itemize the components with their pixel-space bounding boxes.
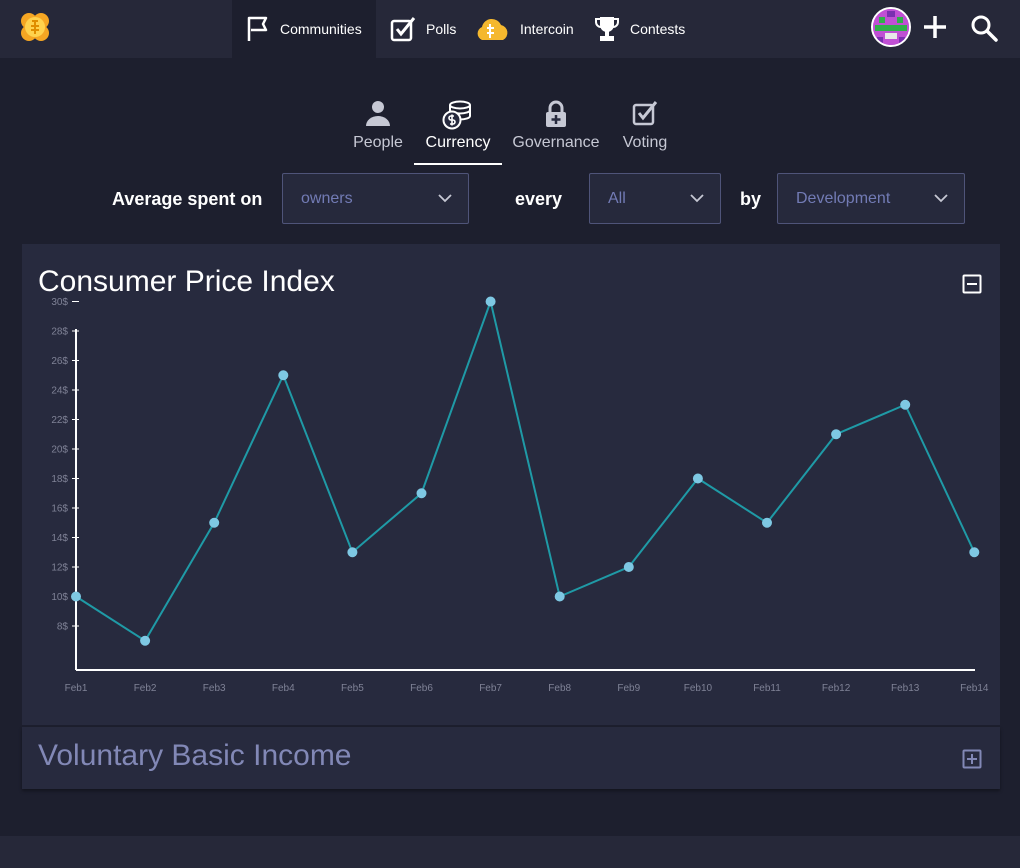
data-point [347, 547, 358, 558]
coins-icon [442, 100, 474, 130]
y-tick-label: 30$ [51, 297, 68, 308]
person-icon [365, 100, 391, 130]
cpi-line-chart: 8$ 10$ 12$ 14$ 16$ 18$ 20$ 22$ 24$ 26$ 28$ 30$ Feb1 F… [51, 296, 989, 694]
footer-bar [0, 836, 1020, 868]
checkbox-icon [390, 16, 416, 42]
series-line [75, 297, 976, 643]
subtab-voting[interactable]: Voting [618, 100, 672, 165]
nav-tab-label: Intercoin [520, 21, 574, 37]
data-point [969, 547, 980, 558]
select-value: All [608, 189, 626, 207]
subtab-people[interactable]: People [350, 100, 406, 165]
select-value: owners [301, 189, 353, 207]
y-tick-label: 24$ [51, 386, 68, 397]
data-point [71, 591, 81, 602]
average-spent-label: Average spent on [112, 189, 263, 209]
nav-tab-label: Polls [426, 21, 457, 37]
trophy-icon [594, 15, 620, 43]
x-tick-label: Feb4 [272, 683, 295, 694]
y-tick-label: 22$ [51, 415, 68, 426]
y-tick-label: 16$ [51, 504, 68, 515]
x-tick-label: Feb12 [822, 683, 851, 694]
chevron-down-icon [438, 194, 452, 203]
y-tick-label: 10$ [51, 592, 68, 603]
by-label: by [740, 189, 762, 209]
plus-square-icon [962, 749, 982, 769]
y-tick-label: 12$ [51, 563, 68, 574]
flag-icon [246, 16, 270, 42]
y-tick-label: 14$ [51, 533, 68, 544]
app-logo-icon[interactable] [19, 11, 51, 43]
data-point [762, 517, 772, 528]
search-button[interactable] [970, 14, 998, 42]
subtab-label: Voting [622, 134, 668, 151]
x-tick-label: Feb2 [134, 683, 157, 694]
data-point [140, 635, 151, 646]
y-tick-label: 26$ [51, 356, 68, 367]
x-tick-label: Feb10 [684, 683, 713, 694]
x-tick-label: Feb1 [65, 683, 88, 694]
checkbox-icon [632, 100, 658, 130]
subtab-label: People [353, 134, 403, 151]
subtab-label: Governance [512, 134, 600, 151]
nav-tab-label: Contests [630, 21, 686, 37]
data-point [554, 591, 565, 602]
search-icon [970, 15, 998, 46]
x-tick-label: Feb5 [341, 683, 364, 694]
plus-icon [922, 16, 948, 44]
x-tick-label: Feb11 [753, 683, 781, 694]
data-point [485, 296, 496, 307]
x-tick-label: Feb6 [410, 683, 433, 694]
every-select[interactable]: All [589, 173, 721, 224]
lock-icon [544, 100, 568, 130]
nav-tab-communities[interactable]: Communities [232, 0, 376, 58]
y-tick-label: 18$ [51, 474, 68, 485]
data-point [623, 562, 634, 572]
x-tick-label: Feb3 [203, 683, 226, 694]
data-point [278, 370, 289, 381]
x-tick-label: Feb8 [548, 683, 571, 694]
user-avatar[interactable] [871, 7, 911, 47]
y-tick-label: 20$ [51, 445, 68, 456]
vbi-panel: Voluntary Basic Income [22, 727, 1000, 789]
nav-tab-contests[interactable]: Contests [580, 0, 699, 58]
data-point [416, 488, 427, 499]
x-tick-label: Feb7 [479, 683, 502, 694]
by-select[interactable]: Development [777, 173, 965, 224]
data-point [692, 473, 703, 484]
chevron-down-icon [934, 194, 948, 203]
chevron-down-icon [690, 194, 704, 203]
expand-button[interactable] [962, 749, 982, 769]
nav-tab-label: Communities [280, 21, 362, 37]
data-point [831, 429, 842, 440]
nav-tab-polls[interactable]: Polls [376, 0, 470, 58]
data-point [900, 399, 911, 410]
x-tick-label: Feb9 [617, 683, 640, 694]
subtab-governance[interactable]: Governance [510, 100, 602, 165]
cloud-coin-icon [474, 16, 510, 42]
data-point [209, 517, 220, 528]
x-tick-label: Feb13 [891, 683, 920, 694]
panel-title: Voluntary Basic Income [38, 739, 352, 772]
add-button[interactable] [922, 14, 948, 40]
top-nav: Communities Polls Intercoin Contests [0, 0, 1020, 58]
nav-tab-intercoin[interactable]: Intercoin [460, 0, 588, 58]
y-tick-label: 28$ [51, 327, 68, 338]
subtab-label: Currency [425, 134, 491, 151]
cpi-panel: Consumer Price Index 8$ 10$ 12$ 14$ 16$ 18$ 20… [22, 244, 1000, 725]
y-tick-label: 8$ [57, 622, 69, 633]
select-value: Development [796, 189, 891, 207]
every-label: every [515, 189, 563, 209]
x-tick-label: Feb14 [960, 683, 989, 694]
spent-on-select[interactable]: owners [282, 173, 469, 224]
subtab-currency[interactable]: Currency [414, 100, 502, 165]
